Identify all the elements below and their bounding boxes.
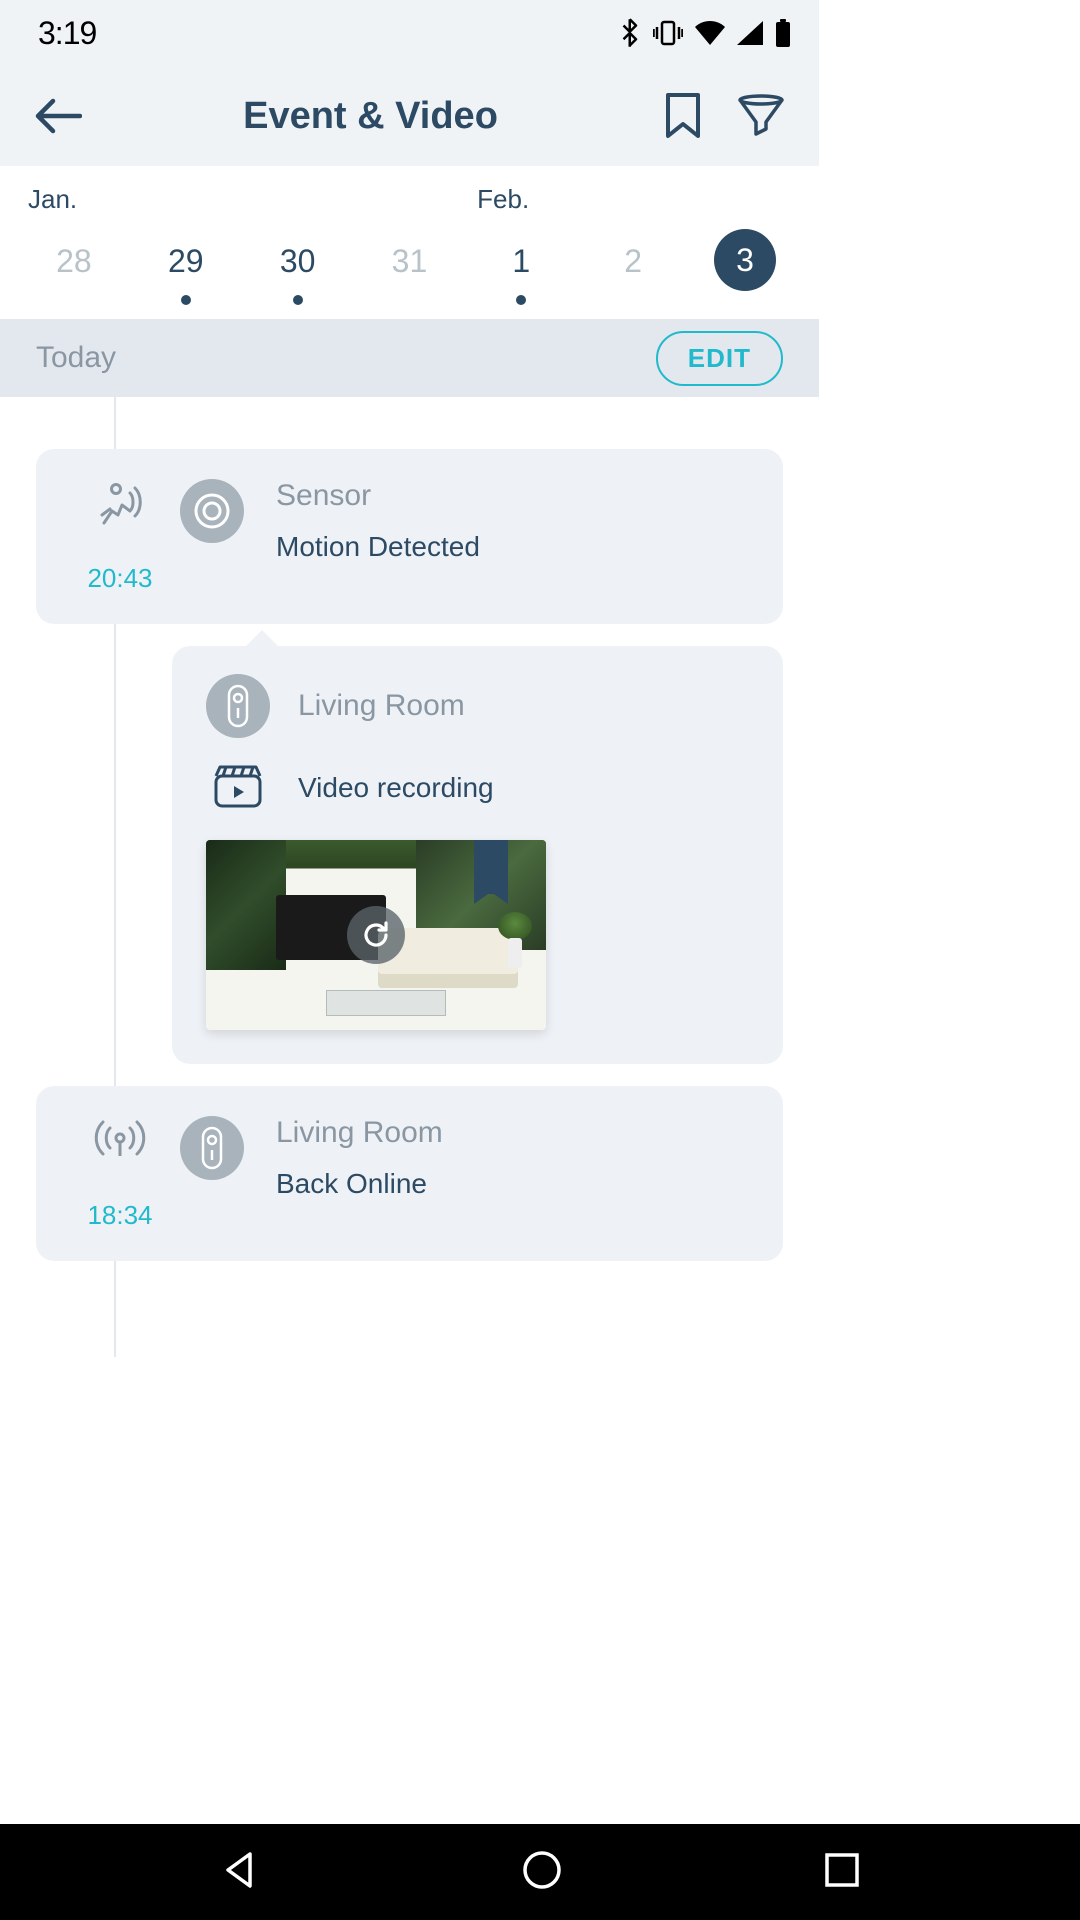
day-number: 2 [624,229,642,293]
calendar-day[interactable]: 31 [377,229,441,293]
calendar-day[interactable]: 1 [489,229,553,305]
motion-icon [92,479,148,535]
reload-icon [360,919,392,951]
bookmark-button[interactable] [655,88,711,144]
calendar-days: 28 29 30 31 1 2 3 [0,229,819,305]
event-time: 20:43 [87,563,152,594]
event-dot-icon [181,295,191,305]
day-number: 31 [392,229,428,293]
thumb-scene [206,840,286,970]
signal-icon [92,1116,148,1172]
triangle-back-icon [220,1850,260,1890]
edit-button[interactable]: EDIT [656,331,783,386]
cellular-icon [737,21,763,45]
calendar-day-selected[interactable]: 3 [713,229,777,291]
thumb-scene [326,990,446,1016]
sensor-device-icon [180,479,244,543]
day-number: 28 [56,229,92,293]
status-icons [621,18,791,48]
bookmark-flag-icon [474,840,508,894]
page-title: Event & Video [86,95,655,138]
day-number: 30 [280,229,316,293]
event-dot-icon [293,295,303,305]
circle-home-icon [521,1849,563,1891]
event-card-motion[interactable]: 20:43 Sensor Motion Detected [36,449,783,624]
event-attachment-card[interactable]: Living Room Video recording [172,646,783,1064]
calendar-day[interactable]: 30 [266,229,330,305]
attachment-action: Video recording [298,772,494,804]
event-dot-icon [516,295,526,305]
filter-button[interactable] [733,88,789,144]
nav-home-button[interactable] [521,1849,563,1896]
clapperboard-icon [212,762,264,814]
status-time: 3:19 [38,15,96,52]
month-label-1: Jan. [28,184,77,215]
nav-recent-button[interactable] [824,1852,860,1893]
calendar-day[interactable]: 28 [42,229,106,293]
bluetooth-icon [621,18,641,48]
camera-device-icon [206,674,270,738]
calendar-day[interactable]: 29 [154,229,218,305]
event-message: Motion Detected [276,531,480,563]
thumb-scene [498,912,532,940]
calendar-months: Jan. Feb. [0,184,819,215]
calendar-day[interactable]: 2 [601,229,665,293]
app-header: Event & Video [0,66,819,166]
event-time: 18:34 [87,1200,152,1231]
month-label-2: Feb. [477,184,529,215]
event-message: Back Online [276,1168,443,1200]
camera-device-icon [180,1116,244,1180]
arrow-left-icon [34,98,82,134]
bookmark-icon [664,93,702,139]
attachment-source: Living Room [298,689,465,723]
reload-button[interactable] [347,906,405,964]
calendar-strip: Jan. Feb. 28 29 30 31 1 2 3 [0,166,819,319]
back-button[interactable] [30,88,86,144]
square-recent-icon [824,1852,860,1888]
day-number: 29 [168,229,204,293]
status-bar: 3:19 [0,0,819,66]
wifi-icon [695,21,725,45]
event-source: Sensor [276,479,480,513]
day-number: 1 [512,229,530,293]
funnel-icon [737,94,785,138]
section-bar: Today EDIT [0,319,819,397]
section-title: Today [36,341,116,375]
event-card-online[interactable]: 18:34 Living Room Back Online [36,1086,783,1261]
video-thumbnail[interactable] [206,840,546,1030]
android-nav-bar [0,1824,1080,1920]
event-source: Living Room [276,1116,443,1150]
day-number: 3 [714,229,776,291]
battery-icon [775,19,791,47]
vibrate-icon [653,20,683,46]
event-timeline[interactable]: 20:43 Sensor Motion Detected Living Room… [0,397,819,1357]
nav-back-button[interactable] [220,1850,260,1895]
